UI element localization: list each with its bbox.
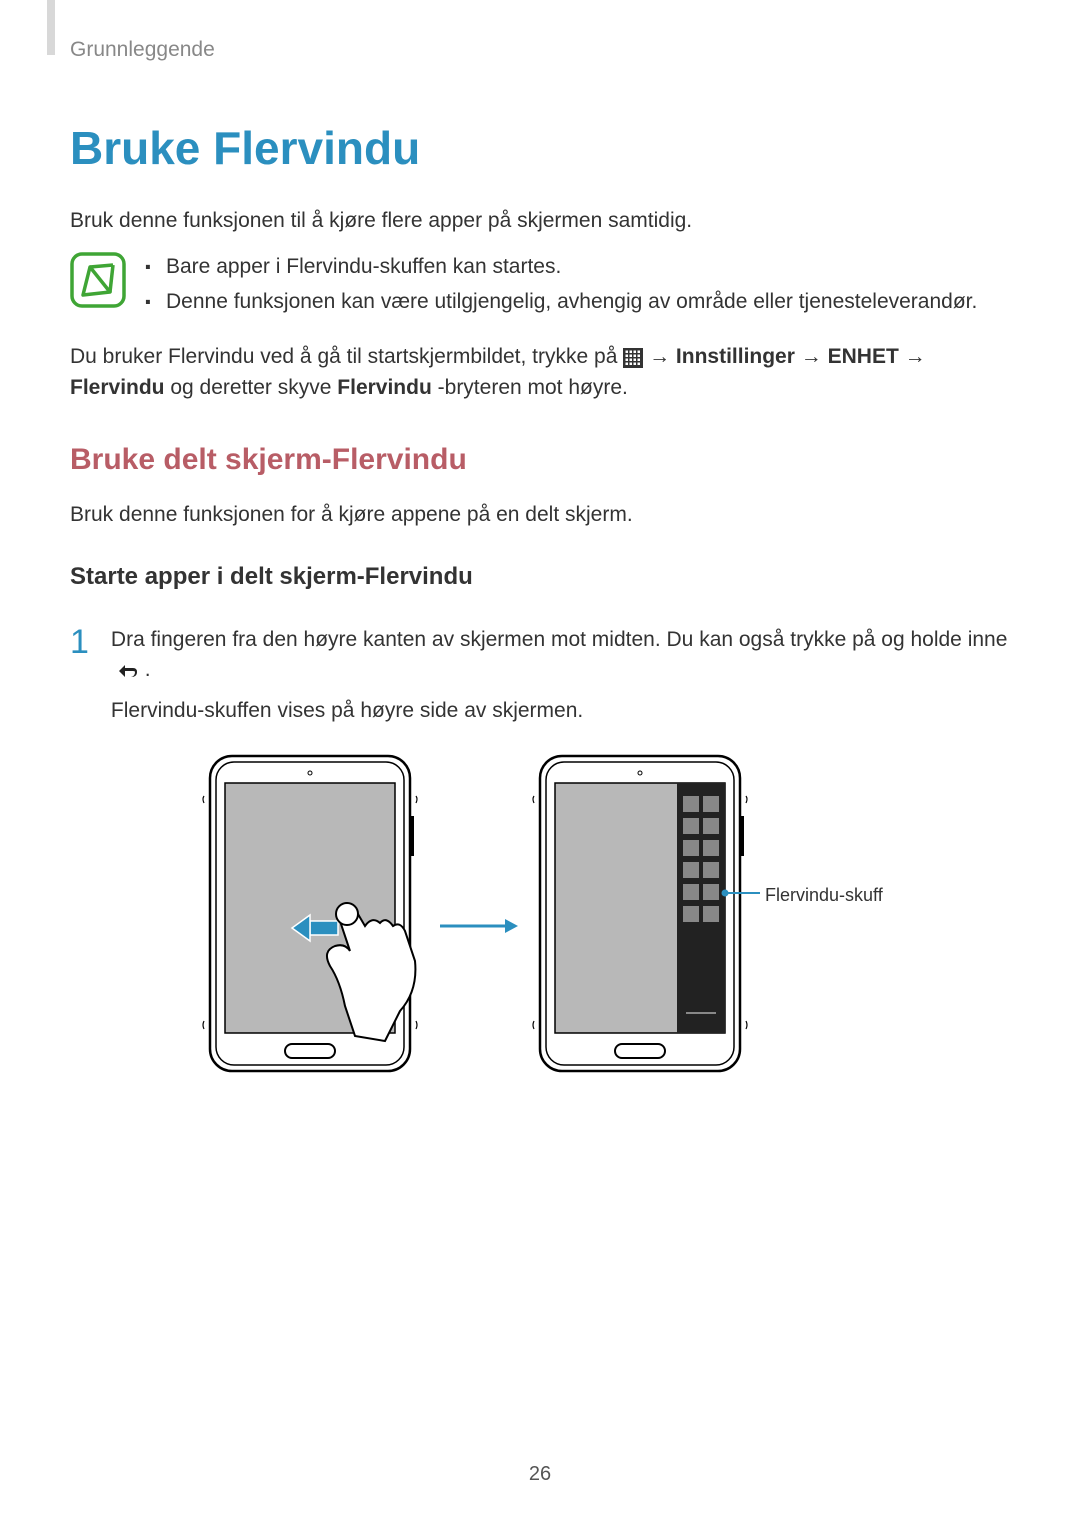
section-2-subheading: Starte apper i delt skjerm-Flervindu <box>70 560 1010 595</box>
instruction-text-2b: og deretter skyve <box>170 376 337 399</box>
apps-grid-icon <box>623 345 649 368</box>
step-1-text-2: Flervindu-skuffen vises på høyre side av… <box>111 696 1010 726</box>
step-1-span-1: Dra fingeren fra den høyre kanten av skj… <box>111 628 1007 651</box>
section-2-title: Bruke delt skjerm-Flervindu <box>70 438 1010 482</box>
step-1-content: Dra fingeren fra den høyre kanten av skj… <box>111 625 1010 726</box>
instruction-flervindu-2: Flervindu <box>337 376 432 399</box>
note-item-2: Denne funksjonen kan være utilgjengelig,… <box>144 287 977 317</box>
instruction-paragraph: Du bruker Flervindu ved å gå til startsk… <box>70 342 1010 403</box>
page-title: Bruke Flervindu <box>70 115 1010 182</box>
instruction-settings: Innstillinger <box>676 345 795 368</box>
note-box: Bare apper i Flervindu-skuffen kan start… <box>70 252 1010 323</box>
illustration-container: Flervindu-skuff <box>70 751 1010 1091</box>
step-number-1: 1 <box>70 625 89 659</box>
section-2-intro: Bruk denne funksjonen for å kjøre appene… <box>70 500 1010 530</box>
step-1-span-1b: . <box>145 658 151 681</box>
intro-paragraph: Bruk denne funksjonen til å kjøre flere … <box>70 206 1010 236</box>
step-1-text-1: Dra fingeren fra den høyre kanten av skj… <box>111 625 1010 686</box>
step-1: 1 Dra fingeren fra den høyre kanten av s… <box>70 625 1010 726</box>
instruction-text-1: Du bruker Flervindu ved å gå til startsk… <box>70 345 623 368</box>
header-section: Grunnleggende <box>70 35 1010 65</box>
arrow-3: → <box>905 345 926 368</box>
note-item-1: Bare apper i Flervindu-skuffen kan start… <box>144 252 977 282</box>
note-icon <box>70 252 126 317</box>
page-number: 26 <box>0 1460 1080 1489</box>
instruction-device: ENHET <box>828 345 899 368</box>
back-icon <box>111 658 145 681</box>
tab-indicator <box>47 0 55 55</box>
arrow-1: → <box>649 345 676 368</box>
instruction-flervindu-1: Flervindu <box>70 376 165 399</box>
arrow-2: → <box>801 345 828 368</box>
instruction-text-2d: -bryteren mot høyre. <box>438 376 628 399</box>
callout-label: Flervindu-skuff <box>765 882 883 908</box>
multiwindow-illustration <box>200 751 880 1091</box>
transition-arrow-icon <box>440 919 518 933</box>
note-list: Bare apper i Flervindu-skuffen kan start… <box>144 252 977 323</box>
